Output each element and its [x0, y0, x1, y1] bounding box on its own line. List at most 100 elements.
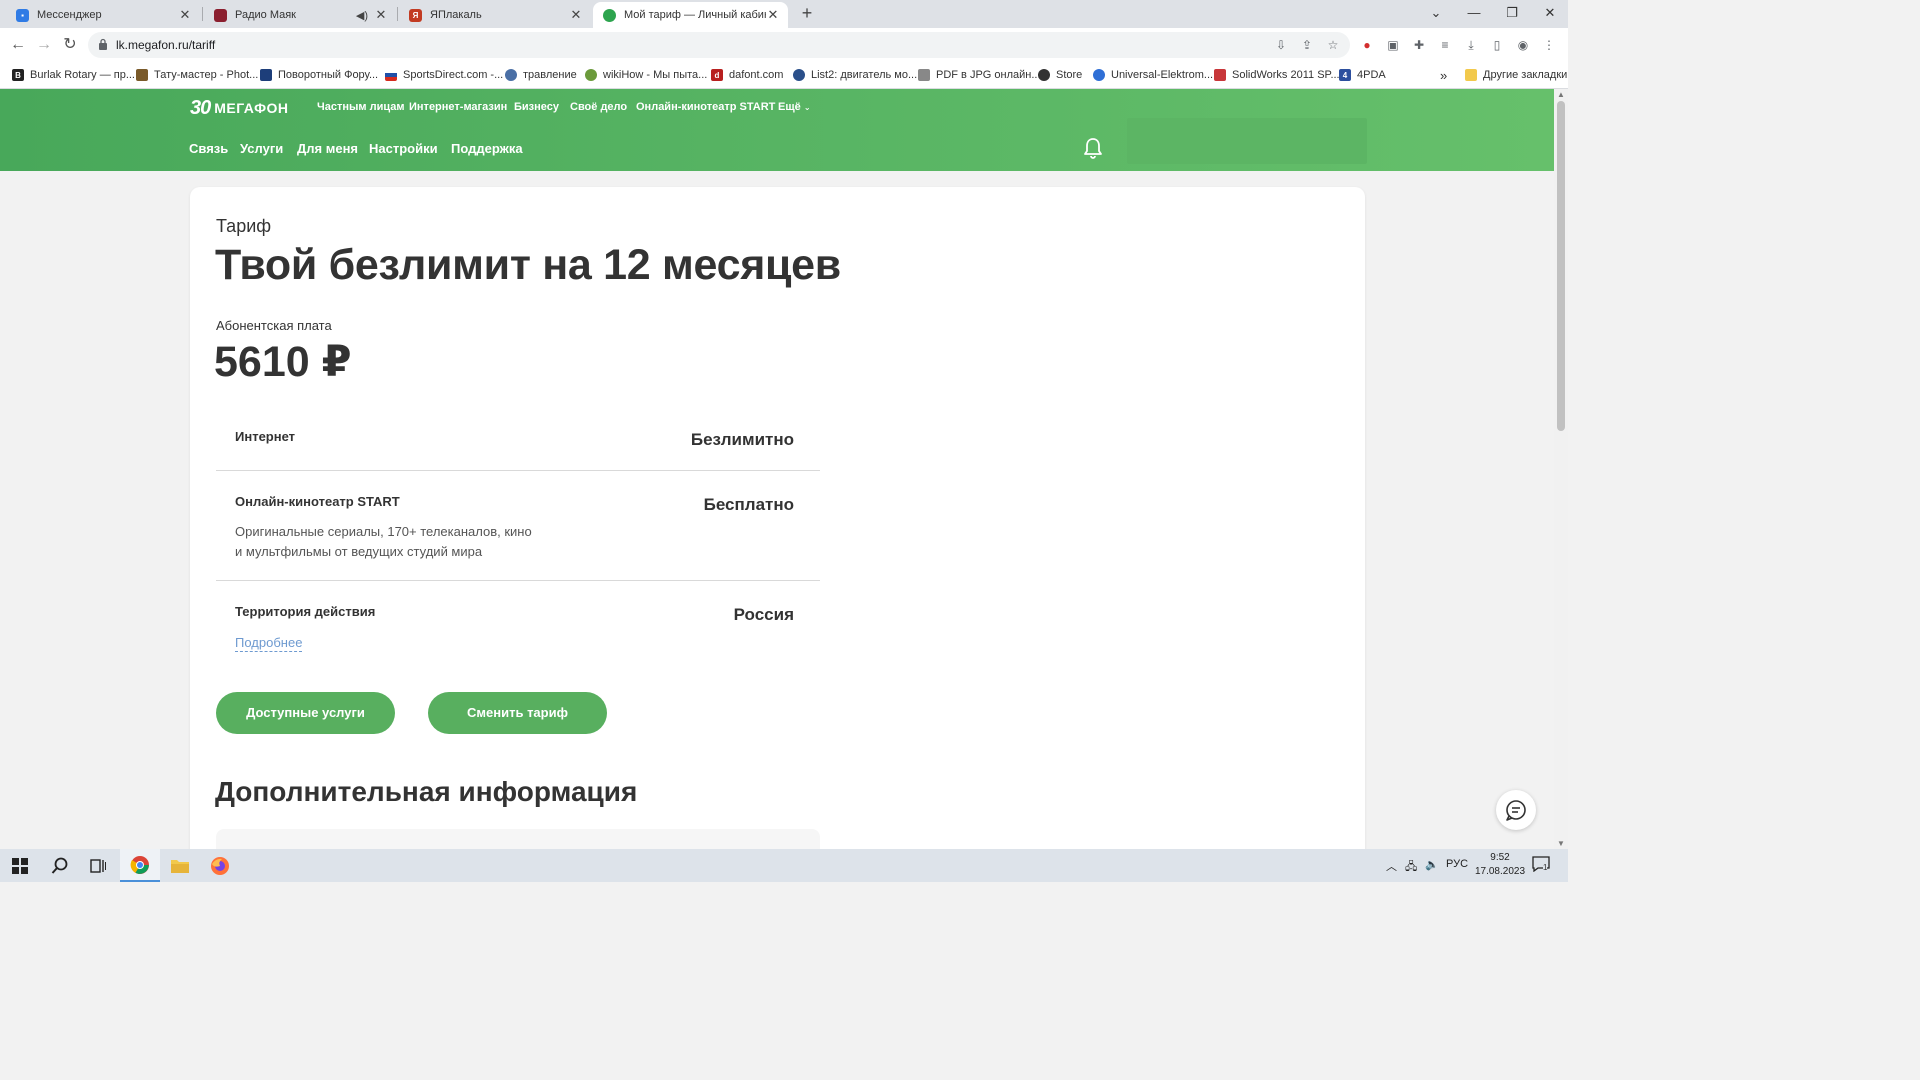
bookmark-sportsdirect[interactable]: SportsDirect.com -... — [385, 66, 503, 84]
forward-button[interactable]: → — [32, 33, 56, 57]
bookmark-pdf-jpg[interactable]: PDF в JPG онлайн... — [918, 66, 1041, 84]
tab-label: Мой тариф — Личный кабинет — [624, 9, 766, 21]
topnav-private[interactable]: Частным лицам — [317, 101, 404, 113]
tab-separator — [202, 7, 203, 21]
scroll-up-icon[interactable]: ▲ — [1557, 90, 1565, 99]
chat-icon — [1506, 800, 1526, 821]
scroll-down-icon[interactable]: ▼ — [1557, 839, 1565, 848]
puzzle-icon[interactable]: ✚ — [1410, 36, 1428, 54]
details-link[interactable]: Подробнее — [235, 635, 303, 652]
bookmark-label: List2: двигатель мо... — [811, 69, 918, 81]
nav-for-me[interactable]: Для меня — [297, 141, 358, 156]
side-panel-icon[interactable]: ▯ — [1488, 36, 1506, 54]
restore-button[interactable]: ❐ — [1494, 0, 1530, 28]
topnav-business[interactable]: Бизнесу — [514, 101, 559, 113]
tab-messenger[interactable]: ▪ Мессенджер ✕ — [0, 2, 200, 28]
megafon-logo[interactable]: 30 МЕГАФОН — [190, 97, 289, 119]
bookmark-tattoo[interactable]: Тату-мастер - Phot... — [136, 66, 258, 84]
bookmark-dafont[interactable]: d dafont.com — [711, 66, 783, 84]
extension-icon[interactable]: ▣ — [1384, 36, 1402, 54]
close-icon[interactable]: ✕ — [766, 7, 780, 23]
fee-caption: Абонентская плата — [216, 318, 332, 333]
notification-center-icon[interactable]: 1 — [1532, 856, 1552, 874]
bookmark-label: Burlak Rotary — пр... — [30, 69, 135, 81]
universal-icon — [1093, 69, 1105, 81]
file-explorer-icon[interactable] — [160, 849, 200, 882]
bookmark-etching[interactable]: травление — [505, 66, 577, 84]
bookmark-list2[interactable]: List2: двигатель мо... — [793, 66, 917, 84]
tray-overflow-icon[interactable]: ︿ — [1386, 858, 1397, 874]
tab-megafon-tariff[interactable]: Мой тариф — Личный кабинет ✕ — [593, 2, 788, 28]
volume-icon[interactable]: 🔈 — [1425, 858, 1439, 871]
nav-settings[interactable]: Настройки — [369, 141, 438, 156]
bookmark-burlak[interactable]: B Burlak Rotary — пр... — [12, 66, 135, 84]
available-services-button[interactable]: Доступные услуги — [216, 692, 395, 734]
task-view-icon[interactable] — [78, 849, 118, 882]
chat-button[interactable] — [1496, 790, 1536, 830]
share-icon[interactable]: ⇪ — [1299, 37, 1315, 53]
topnav-shop[interactable]: Интернет-магазин — [409, 101, 507, 113]
language-indicator[interactable]: РУС — [1446, 858, 1468, 870]
tattoo-icon — [136, 69, 148, 81]
bookmark-wikihow[interactable]: wikiHow - Мы пыта... — [585, 66, 707, 84]
megafon-icon — [603, 8, 616, 22]
bookmark-star-icon[interactable]: ☆ — [1325, 37, 1341, 53]
firefox-icon[interactable] — [200, 849, 240, 882]
divider — [216, 470, 820, 471]
account-block[interactable] — [1127, 118, 1367, 164]
topnav-more[interactable]: Ещё ⌄ — [778, 101, 811, 113]
nav-services[interactable]: Услуги — [240, 141, 283, 156]
other-bookmarks[interactable]: Другие закладки — [1465, 66, 1567, 84]
more-bookmarks-button[interactable]: » — [1440, 66, 1447, 84]
bookmark-4pda[interactable]: 4 4PDA — [1339, 66, 1386, 84]
logo-brand: МЕГАФОН — [214, 100, 289, 116]
tab-search-icon[interactable]: ⌄ — [1418, 0, 1454, 28]
windows-start-icon[interactable] — [0, 849, 40, 882]
network-icon[interactable]: 🖧 — [1405, 858, 1417, 877]
speaker-icon[interactable]: ◀) — [356, 9, 368, 22]
windows-taskbar: ︿ 🖧 🔈 РУС 9:52 17.08.2023 1 — [0, 849, 1568, 882]
close-icon[interactable]: ✕ — [569, 7, 583, 23]
reload-button[interactable]: ↻ — [58, 33, 82, 57]
clock[interactable]: 9:52 17.08.2023 — [1470, 851, 1530, 879]
avatar[interactable]: ◉ — [1514, 36, 1532, 54]
install-app-icon[interactable]: ⇩ — [1273, 37, 1289, 53]
tariff-caption: Тариф — [216, 216, 272, 236]
address-bar[interactable]: lk.megafon.ru/tariff ⇩ ⇪ ☆ — [88, 32, 1350, 58]
download-icon[interactable]: ⤓ — [1462, 36, 1480, 54]
page-scrollbar[interactable]: ▲ ▼ — [1554, 89, 1568, 849]
yaplakal-icon: Я — [409, 8, 422, 22]
tab-radio-mayak[interactable]: Радио Маяк ◀) ✕ — [204, 2, 396, 28]
topnav-more-label: Ещё — [778, 101, 801, 113]
bookmark-store[interactable]: Store — [1038, 66, 1082, 84]
topnav-own-business[interactable]: Своё дело — [570, 101, 627, 113]
menu-icon[interactable]: ⋮ — [1540, 36, 1558, 54]
search-icon[interactable] — [40, 849, 80, 882]
nav-connection[interactable]: Связь — [189, 141, 228, 156]
nav-support[interactable]: Поддержка — [451, 141, 523, 156]
tab-yaplakal[interactable]: Я ЯПлакаль ✕ — [399, 2, 591, 28]
adblock-icon[interactable]: ● — [1358, 36, 1376, 54]
tariff-name: Твой безлимит на 12 месяцев — [215, 241, 841, 289]
new-tab-button[interactable]: + — [797, 3, 817, 23]
topnav-start-cinema[interactable]: Онлайн-кинотеатр START — [636, 101, 775, 113]
close-icon[interactable]: ✕ — [178, 7, 192, 23]
row-value: Бесплатно — [703, 495, 794, 514]
back-button[interactable]: ← — [6, 33, 30, 57]
reading-list-icon[interactable]: ≡ — [1436, 36, 1454, 54]
wikihow-icon — [585, 69, 597, 81]
window-close-button[interactable]: ✕ — [1532, 0, 1568, 28]
close-icon[interactable]: ✕ — [374, 7, 388, 23]
row-description-line2: и мультфильмы от ведущих студий мира — [235, 544, 483, 559]
notification-count: 1 — [1543, 863, 1548, 872]
bookmark-solidworks[interactable]: SolidWorks 2011 SP... — [1214, 66, 1340, 84]
scrollbar-thumb[interactable] — [1557, 101, 1565, 431]
minimize-button[interactable]: — — [1456, 0, 1492, 28]
bookmark-forum[interactable]: Поворотный Фору... — [260, 66, 378, 84]
change-tariff-button[interactable]: Сменить тариф — [428, 692, 607, 734]
bookmark-universal[interactable]: Universal-Elektrom... — [1093, 66, 1213, 84]
chrome-icon[interactable] — [120, 849, 160, 882]
additional-info-title: Дополнительная информация — [215, 776, 638, 807]
bookmark-label: Universal-Elektrom... — [1111, 69, 1214, 81]
bell-icon[interactable] — [1083, 137, 1103, 159]
